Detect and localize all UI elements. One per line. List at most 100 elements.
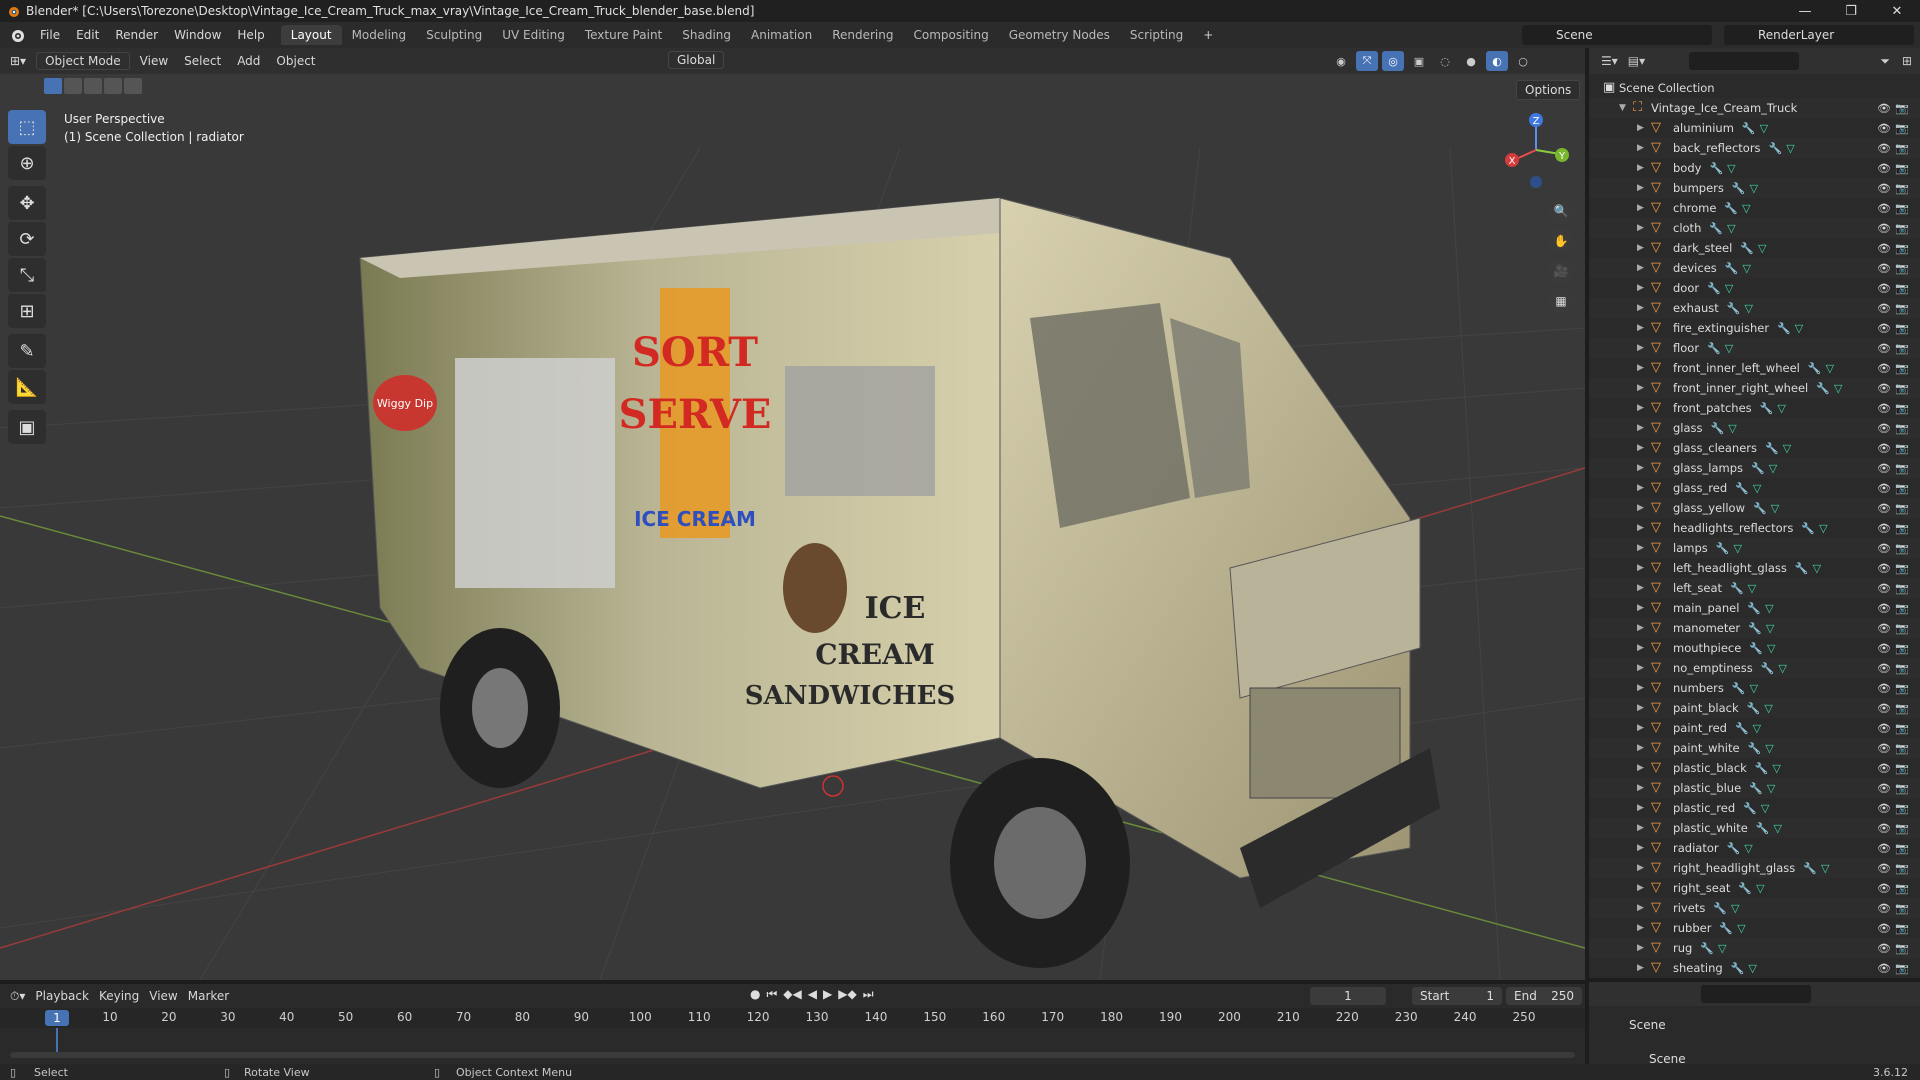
render-camera-icon[interactable]: 📷 [1895,542,1909,555]
modifier-wrench-icon[interactable]: 🔧 [1709,162,1723,175]
outliner-object-row[interactable]: ▶ ▽ back_reflectors 🔧 ▽ 👁 📷 [1589,138,1920,158]
modifier-wrench-icon[interactable]: 🔧 [1707,282,1721,295]
outliner-object-row[interactable]: ▶ ▽ glass 🔧 ▽ 👁 📷 [1589,418,1920,438]
outliner-object-row[interactable]: ▶ ▽ paint_red 🔧 ▽ 👁 📷 [1589,718,1920,738]
collapse-arrow-icon[interactable]: ▼ [1619,103,1626,113]
select-difference-icon[interactable] [104,78,122,94]
expand-arrow-icon[interactable]: ▶ [1637,303,1644,313]
modifier-wrench-icon[interactable]: 🔧 [1743,802,1757,815]
record-icon[interactable]: ● [750,987,760,1002]
render-camera-icon[interactable]: 📷 [1895,882,1909,895]
outliner-object-row[interactable]: ▶ ▽ paint_black 🔧 ▽ 👁 📷 [1589,698,1920,718]
outliner-object-row[interactable]: ▶ ▽ sheating 🔧 ▽ 👁 📷 [1589,958,1920,978]
modifier-wrench-icon[interactable]: 🔧 [1801,522,1815,535]
render-camera-icon[interactable]: 📷 [1895,602,1909,615]
outliner-object-row[interactable]: ▶ ▽ dark_steel 🔧 ▽ 👁 📷 [1589,238,1920,258]
timeline-editor-icon[interactable]: ⏱▾ [10,989,25,1004]
render-camera-icon[interactable]: 📷 [1895,302,1909,315]
modifier-wrench-icon[interactable]: 🔧 [1730,582,1744,595]
rendered-shading-icon[interactable]: ○ [1512,51,1534,71]
modifier-wrench-icon[interactable]: 🔧 [1753,502,1767,515]
render-camera-icon[interactable]: 📷 [1895,942,1909,955]
mesh-data-icon[interactable]: ▽ [1783,442,1791,455]
modifier-wrench-icon[interactable]: 🔧 [1816,382,1830,395]
outliner-object-row[interactable]: ▶ ▽ numbers 🔧 ▽ 👁 📷 [1589,678,1920,698]
mesh-data-icon[interactable]: ▽ [1753,482,1761,495]
eye-icon[interactable]: 👁 [1877,262,1891,275]
outliner-object-row[interactable]: ▶ ▽ door 🔧 ▽ 👁 📷 [1589,278,1920,298]
annotate-tool-icon[interactable]: ✎ [8,334,46,368]
mesh-data-icon[interactable]: ▽ [1767,642,1775,655]
expand-arrow-icon[interactable]: ▶ [1637,803,1644,813]
eye-icon[interactable]: 👁 [1877,202,1891,215]
mesh-data-icon[interactable]: ▽ [1728,422,1736,435]
eye-icon[interactable]: 👁 [1877,782,1891,795]
timeline-scrollbar[interactable] [10,1052,1575,1058]
expand-arrow-icon[interactable]: ▶ [1637,943,1644,953]
eye-icon[interactable]: 👁 [1877,722,1891,735]
eye-icon[interactable]: 👁 [1877,382,1891,395]
render-camera-icon[interactable]: 📷 [1895,562,1909,575]
modifier-wrench-icon[interactable]: 🔧 [1777,322,1791,335]
eye-icon[interactable]: 👁 [1877,442,1891,455]
outliner-object-row[interactable]: ▶ ▽ plastic_white 🔧 ▽ 👁 📷 [1589,818,1920,838]
render-camera-icon[interactable]: 📷 [1895,102,1909,115]
eye-icon[interactable]: 👁 [1877,142,1891,155]
outliner-object-row[interactable]: ▶ ▽ mouthpiece 🔧 ▽ 👁 📷 [1589,638,1920,658]
mesh-data-icon[interactable]: ▽ [1773,762,1781,775]
expand-arrow-icon[interactable]: ▶ [1637,183,1644,193]
expand-arrow-icon[interactable]: ▶ [1637,903,1644,913]
cursor-tool-icon[interactable]: ⊕ [8,146,46,180]
mesh-data-icon[interactable]: ▽ [1727,162,1735,175]
end-frame-field[interactable]: End 250 [1506,987,1582,1005]
expand-arrow-icon[interactable]: ▶ [1637,723,1644,733]
outliner-object-row[interactable]: ▶ ▽ exhaust 🔧 ▽ 👁 📷 [1589,298,1920,318]
jump-end-icon[interactable]: ⏭ [863,987,874,1002]
expand-arrow-icon[interactable]: ▶ [1637,923,1644,933]
render-camera-icon[interactable]: 📷 [1895,462,1909,475]
eye-icon[interactable]: 👁 [1877,602,1891,615]
modifier-wrench-icon[interactable]: 🔧 [1751,462,1765,475]
outliner-object-row[interactable]: ▶ ▽ front_inner_left_wheel 🔧 ▽ 👁 📷 [1589,358,1920,378]
mesh-data-icon[interactable]: ▽ [1744,842,1752,855]
eye-icon[interactable]: 👁 [1877,622,1891,635]
outliner-object-row[interactable]: ▶ ▽ front_patches 🔧 ▽ 👁 📷 [1589,398,1920,418]
modifier-wrench-icon[interactable]: 🔧 [1761,662,1775,675]
expand-arrow-icon[interactable]: ▶ [1637,263,1644,273]
modifier-wrench-icon[interactable]: 🔧 [1725,262,1739,275]
render-camera-icon[interactable]: 📷 [1895,702,1909,715]
eye-icon[interactable]: 👁 [1877,402,1891,415]
render-camera-icon[interactable]: 📷 [1895,502,1909,515]
eye-icon[interactable]: 👁 [1877,122,1891,135]
render-camera-icon[interactable]: 📷 [1895,162,1909,175]
mesh-data-icon[interactable]: ▽ [1826,362,1834,375]
expand-arrow-icon[interactable]: ▶ [1637,963,1644,973]
eye-icon[interactable]: 👁 [1877,222,1891,235]
mesh-data-icon[interactable]: ▽ [1834,382,1842,395]
render-camera-icon[interactable]: 📷 [1895,742,1909,755]
tab-rendering[interactable]: Rendering [822,25,903,45]
mesh-data-icon[interactable]: ▽ [1725,342,1733,355]
render-camera-icon[interactable]: 📷 [1895,242,1909,255]
eye-icon[interactable]: 👁 [1877,462,1891,475]
outliner-object-row[interactable]: ▶ ▽ no_emptiness 🔧 ▽ 👁 📷 [1589,658,1920,678]
expand-arrow-icon[interactable]: ▶ [1637,343,1644,353]
eye-icon[interactable]: 👁 [1877,762,1891,775]
play-icon[interactable]: ▶ [823,987,832,1002]
outliner-object-row[interactable]: ▶ ▽ rug 🔧 ▽ 👁 📷 [1589,938,1920,958]
scene-selector[interactable]: Scene [1522,25,1712,45]
outliner-object-row[interactable]: ▶ ▽ plastic_red 🔧 ▽ 👁 📷 [1589,798,1920,818]
eye-icon[interactable]: 👁 [1877,242,1891,255]
tab-texture-paint[interactable]: Texture Paint [575,25,672,45]
modifier-wrench-icon[interactable]: 🔧 [1749,642,1763,655]
expand-arrow-icon[interactable]: ▶ [1637,683,1644,693]
eye-icon[interactable]: 👁 [1877,162,1891,175]
solid-shading-icon[interactable]: ● [1460,51,1482,71]
select-extend-icon[interactable] [64,78,82,94]
modifier-wrench-icon[interactable]: 🔧 [1711,422,1725,435]
render-camera-icon[interactable]: 📷 [1895,202,1909,215]
mesh-data-icon[interactable]: ▽ [1771,502,1779,515]
eye-icon[interactable]: 👁 [1877,902,1891,915]
render-camera-icon[interactable]: 📷 [1895,122,1909,135]
outliner-editor-type-icon[interactable]: ☰▾ [1601,54,1618,68]
